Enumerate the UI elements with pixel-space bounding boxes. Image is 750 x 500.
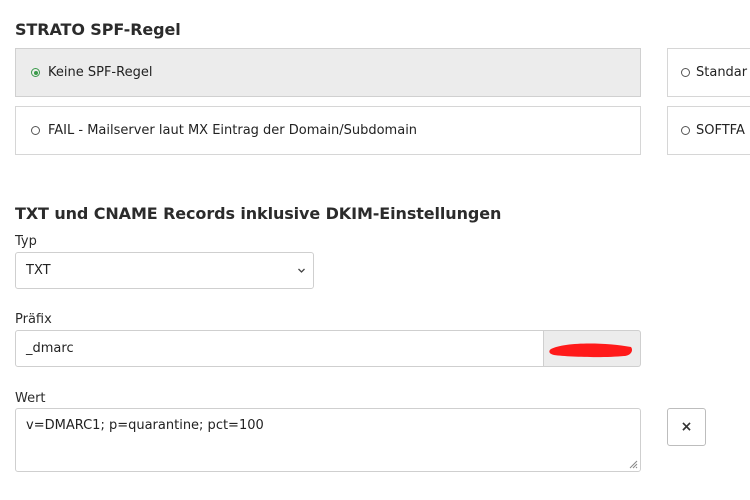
prefix-label: Präfix: [15, 312, 52, 327]
prefix-input-value: _dmarc: [26, 341, 74, 356]
value-text: v=DMARC1; p=quarantine; pct=100: [26, 418, 264, 433]
spf-option-label: Keine SPF-Regel: [48, 65, 153, 80]
value-label: Wert: [15, 391, 46, 406]
prefix-domain-addon: [544, 330, 641, 367]
radio-selected-icon[interactable]: [31, 68, 40, 77]
radio-icon[interactable]: [681, 68, 690, 77]
type-select-value: TXT: [26, 263, 51, 278]
spf-option-standard[interactable]: Standar: [667, 48, 750, 97]
prefix-input[interactable]: _dmarc: [15, 330, 544, 367]
spf-option-label: FAIL - Mailserver laut MX Eintrag der Do…: [48, 123, 418, 138]
spf-option-label: SOFTFA: [696, 123, 745, 138]
remove-button[interactable]: ×: [667, 408, 706, 446]
spf-option-softfail[interactable]: SOFTFA: [667, 106, 750, 155]
resize-handle-icon[interactable]: [628, 459, 638, 469]
spf-option-label: Standar: [696, 65, 748, 80]
radio-icon[interactable]: [31, 126, 40, 135]
close-icon: ×: [680, 419, 693, 435]
spf-section-title: STRATO SPF-Regel: [15, 20, 181, 39]
value-textarea[interactable]: v=DMARC1; p=quarantine; pct=100: [15, 408, 641, 472]
spf-option-keine[interactable]: Keine SPF-Regel: [15, 48, 641, 97]
type-label: Typ: [15, 234, 37, 249]
chevron-down-icon: [298, 268, 305, 273]
redaction-mark: [549, 343, 633, 358]
spf-option-fail[interactable]: FAIL - Mailserver laut MX Eintrag der Do…: [15, 106, 641, 155]
type-select[interactable]: TXT: [15, 252, 314, 289]
radio-icon[interactable]: [681, 126, 690, 135]
records-section-title: TXT und CNAME Records inklusive DKIM-Ein…: [15, 204, 502, 223]
